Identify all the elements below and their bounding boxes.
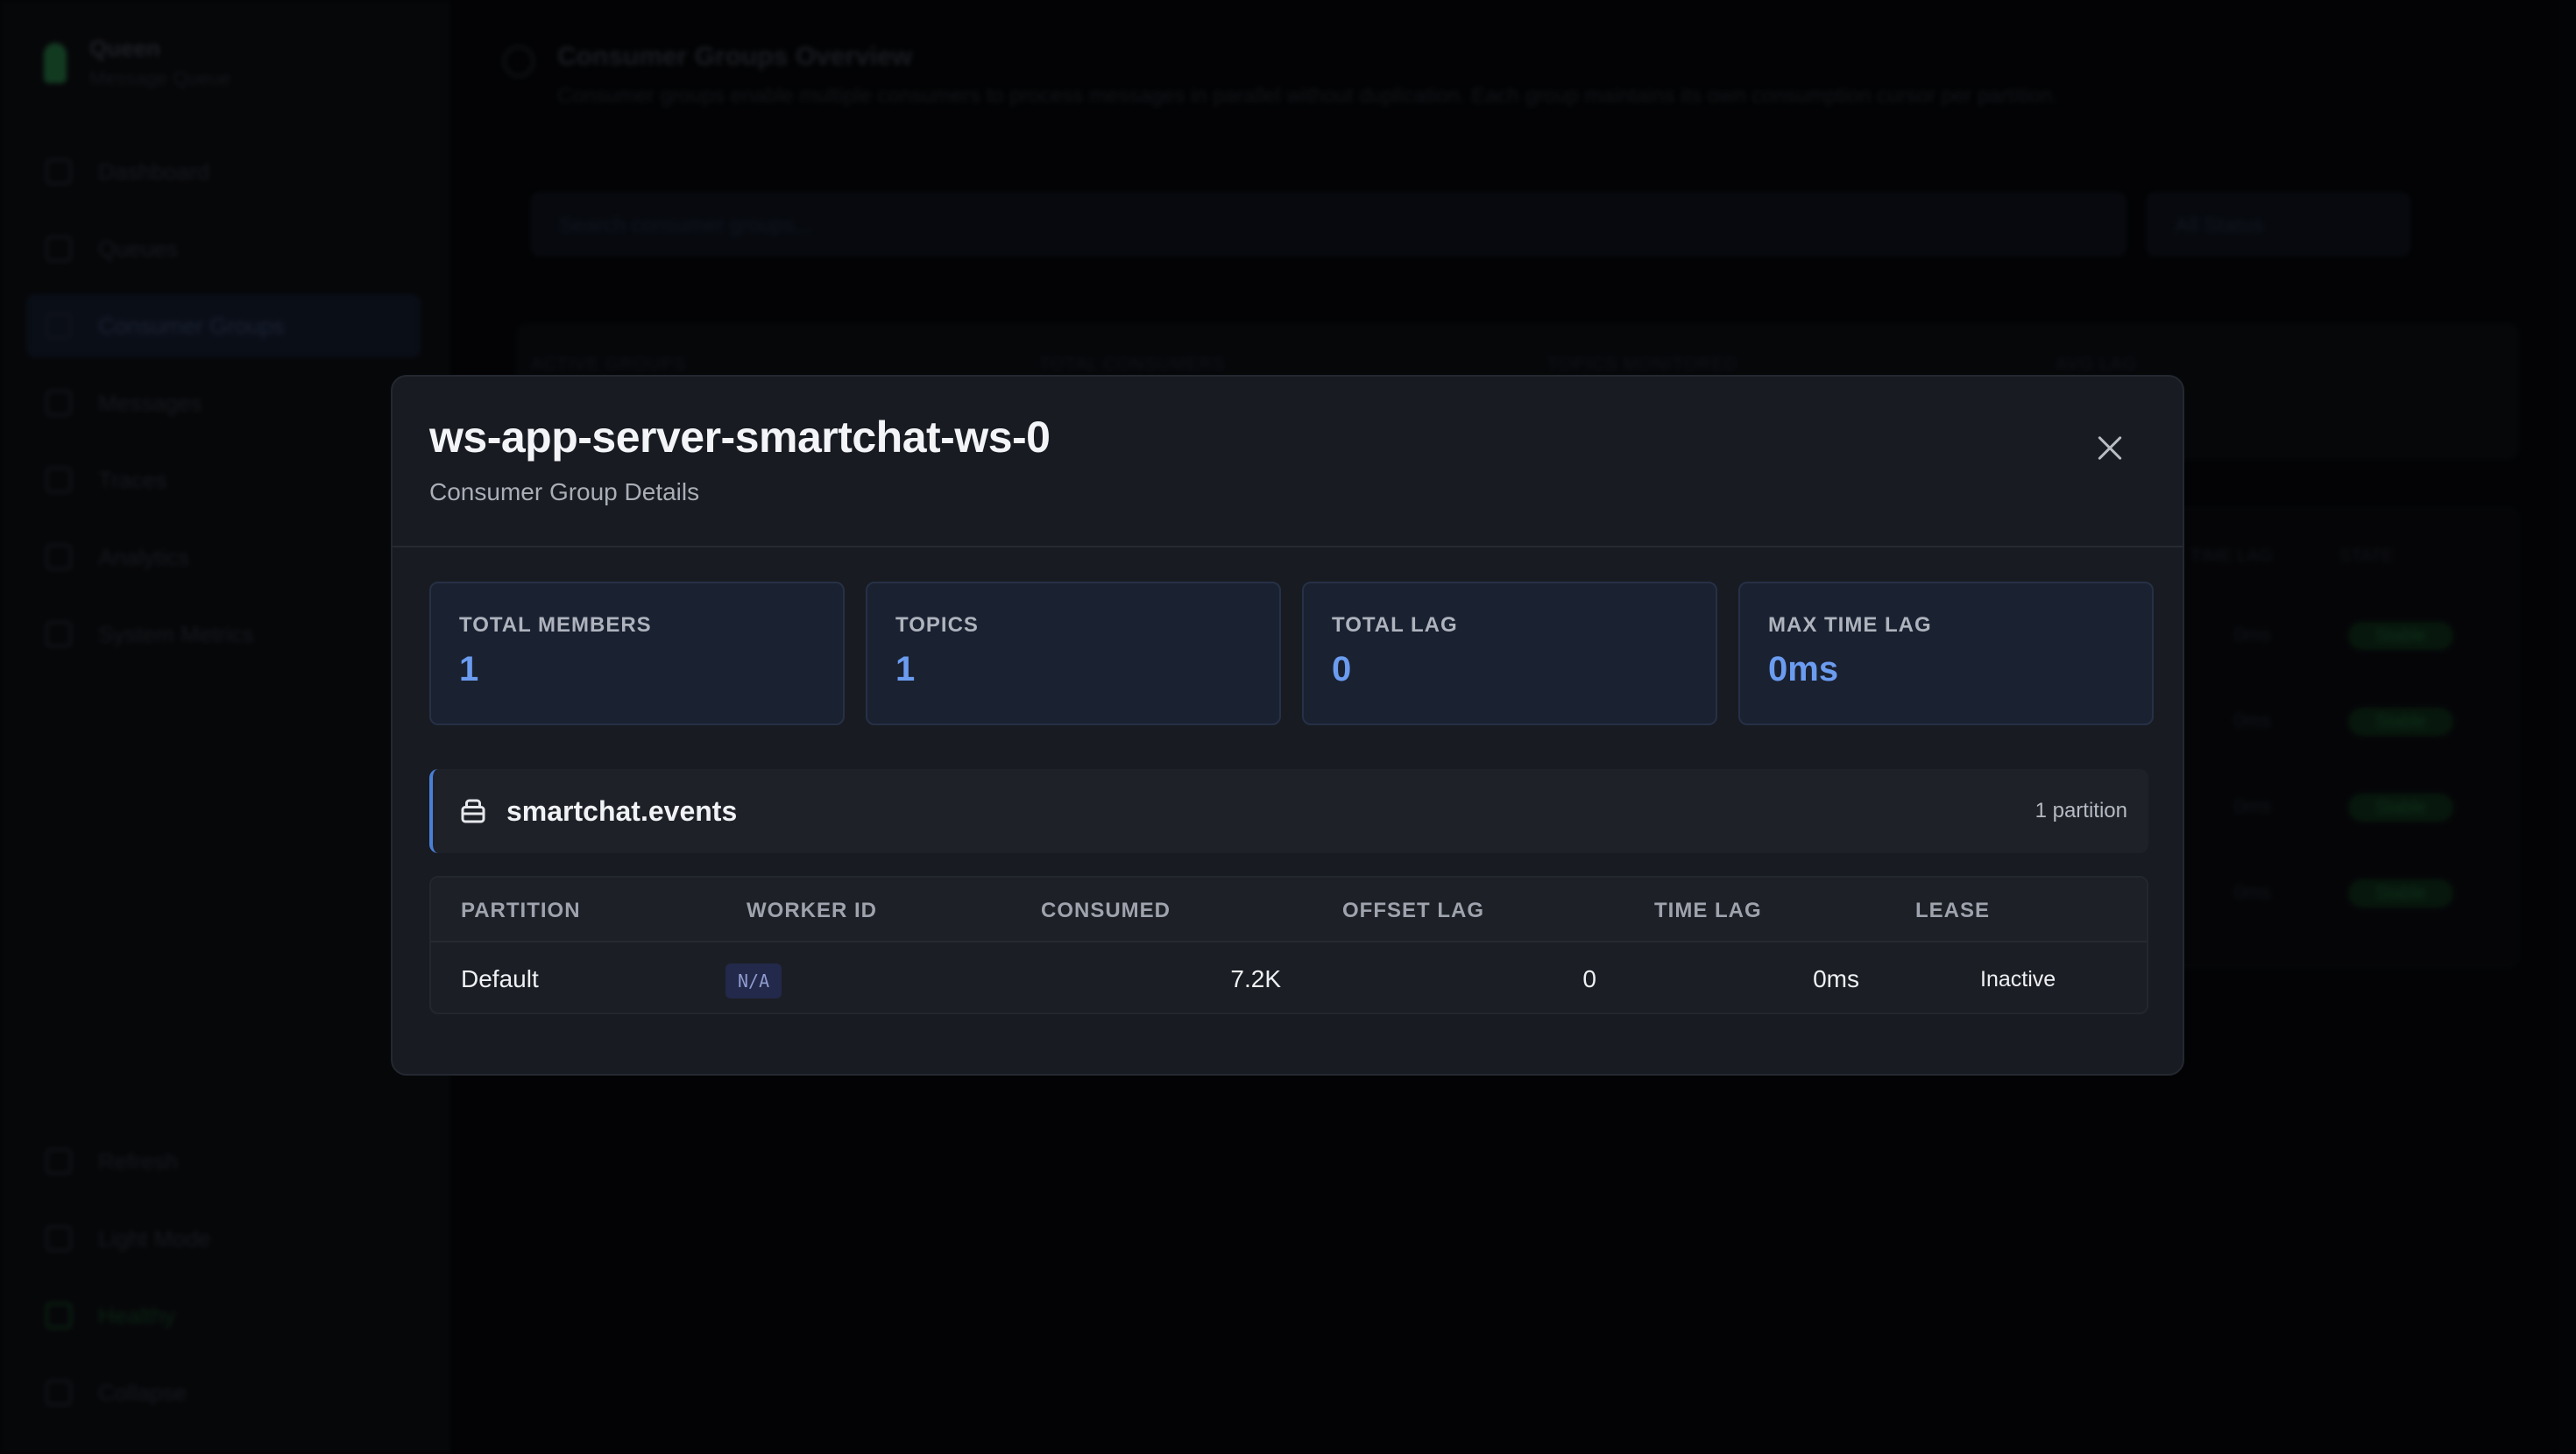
column-header-consumed: CONSUMED bbox=[1041, 899, 1171, 922]
column-header-time-lag: TIME LAG bbox=[1654, 899, 1762, 922]
partition-count: 1 partition bbox=[2035, 799, 2127, 822]
consumer-group-modal: ws-app-server-smartchat-ws-0 Consumer Gr… bbox=[391, 375, 2184, 1076]
partition-cell: Default bbox=[461, 965, 539, 992]
time-lag-cell: 0ms bbox=[1813, 965, 1859, 992]
offset-lag-cell: 0 bbox=[1582, 965, 1596, 992]
stat-label: MAX TIME LAG bbox=[1768, 613, 1932, 637]
topic-header: smartchat.events 1 partition bbox=[429, 769, 2148, 853]
consumed-cell: 7.2K bbox=[1230, 965, 1281, 992]
table-header-row: PARTITION WORKER ID CONSUMED OFFSET LAG … bbox=[431, 878, 2147, 942]
stat-card-total-members: TOTAL MEMBERS 1 bbox=[429, 582, 845, 725]
stat-label: TOTAL MEMBERS bbox=[459, 613, 652, 637]
stat-card-topics: TOPICS 1 bbox=[866, 582, 1281, 725]
worker-id-chip: N/A bbox=[725, 963, 782, 999]
stat-card-total-lag: TOTAL LAG 0 bbox=[1302, 582, 1717, 725]
stat-value: 0ms bbox=[1768, 650, 1839, 688]
stat-label: TOPICS bbox=[895, 613, 979, 637]
stat-value: 0 bbox=[1332, 650, 1352, 688]
stat-cards: TOTAL MEMBERS 1 TOPICS 1 TOTAL LAG 0 MAX… bbox=[429, 582, 2154, 725]
stat-value: 1 bbox=[459, 650, 479, 688]
modal-header: ws-app-server-smartchat-ws-0 Consumer Gr… bbox=[393, 377, 2183, 547]
topic-name: smartchat.events bbox=[506, 794, 738, 827]
modal-subtitle: Consumer Group Details bbox=[429, 478, 700, 505]
stat-card-max-time-lag: MAX TIME LAG 0ms bbox=[1738, 582, 2154, 725]
column-header-partition: PARTITION bbox=[461, 899, 581, 922]
stat-value: 1 bbox=[895, 650, 916, 688]
modal-title: ws-app-server-smartchat-ws-0 bbox=[429, 413, 1051, 462]
lease-status: Inactive bbox=[1980, 967, 2056, 992]
column-header-worker-id: WORKER ID bbox=[747, 899, 877, 922]
database-icon bbox=[461, 799, 485, 823]
stat-label: TOTAL LAG bbox=[1332, 613, 1458, 637]
close-icon[interactable] bbox=[2092, 431, 2127, 466]
partition-table: PARTITION WORKER ID CONSUMED OFFSET LAG … bbox=[429, 876, 2148, 1014]
column-header-offset-lag: OFFSET LAG bbox=[1342, 899, 1484, 922]
table-row: Default N/A 7.2K 0 0ms Inactive bbox=[431, 942, 2147, 1016]
column-header-lease: LEASE bbox=[1915, 899, 1991, 922]
